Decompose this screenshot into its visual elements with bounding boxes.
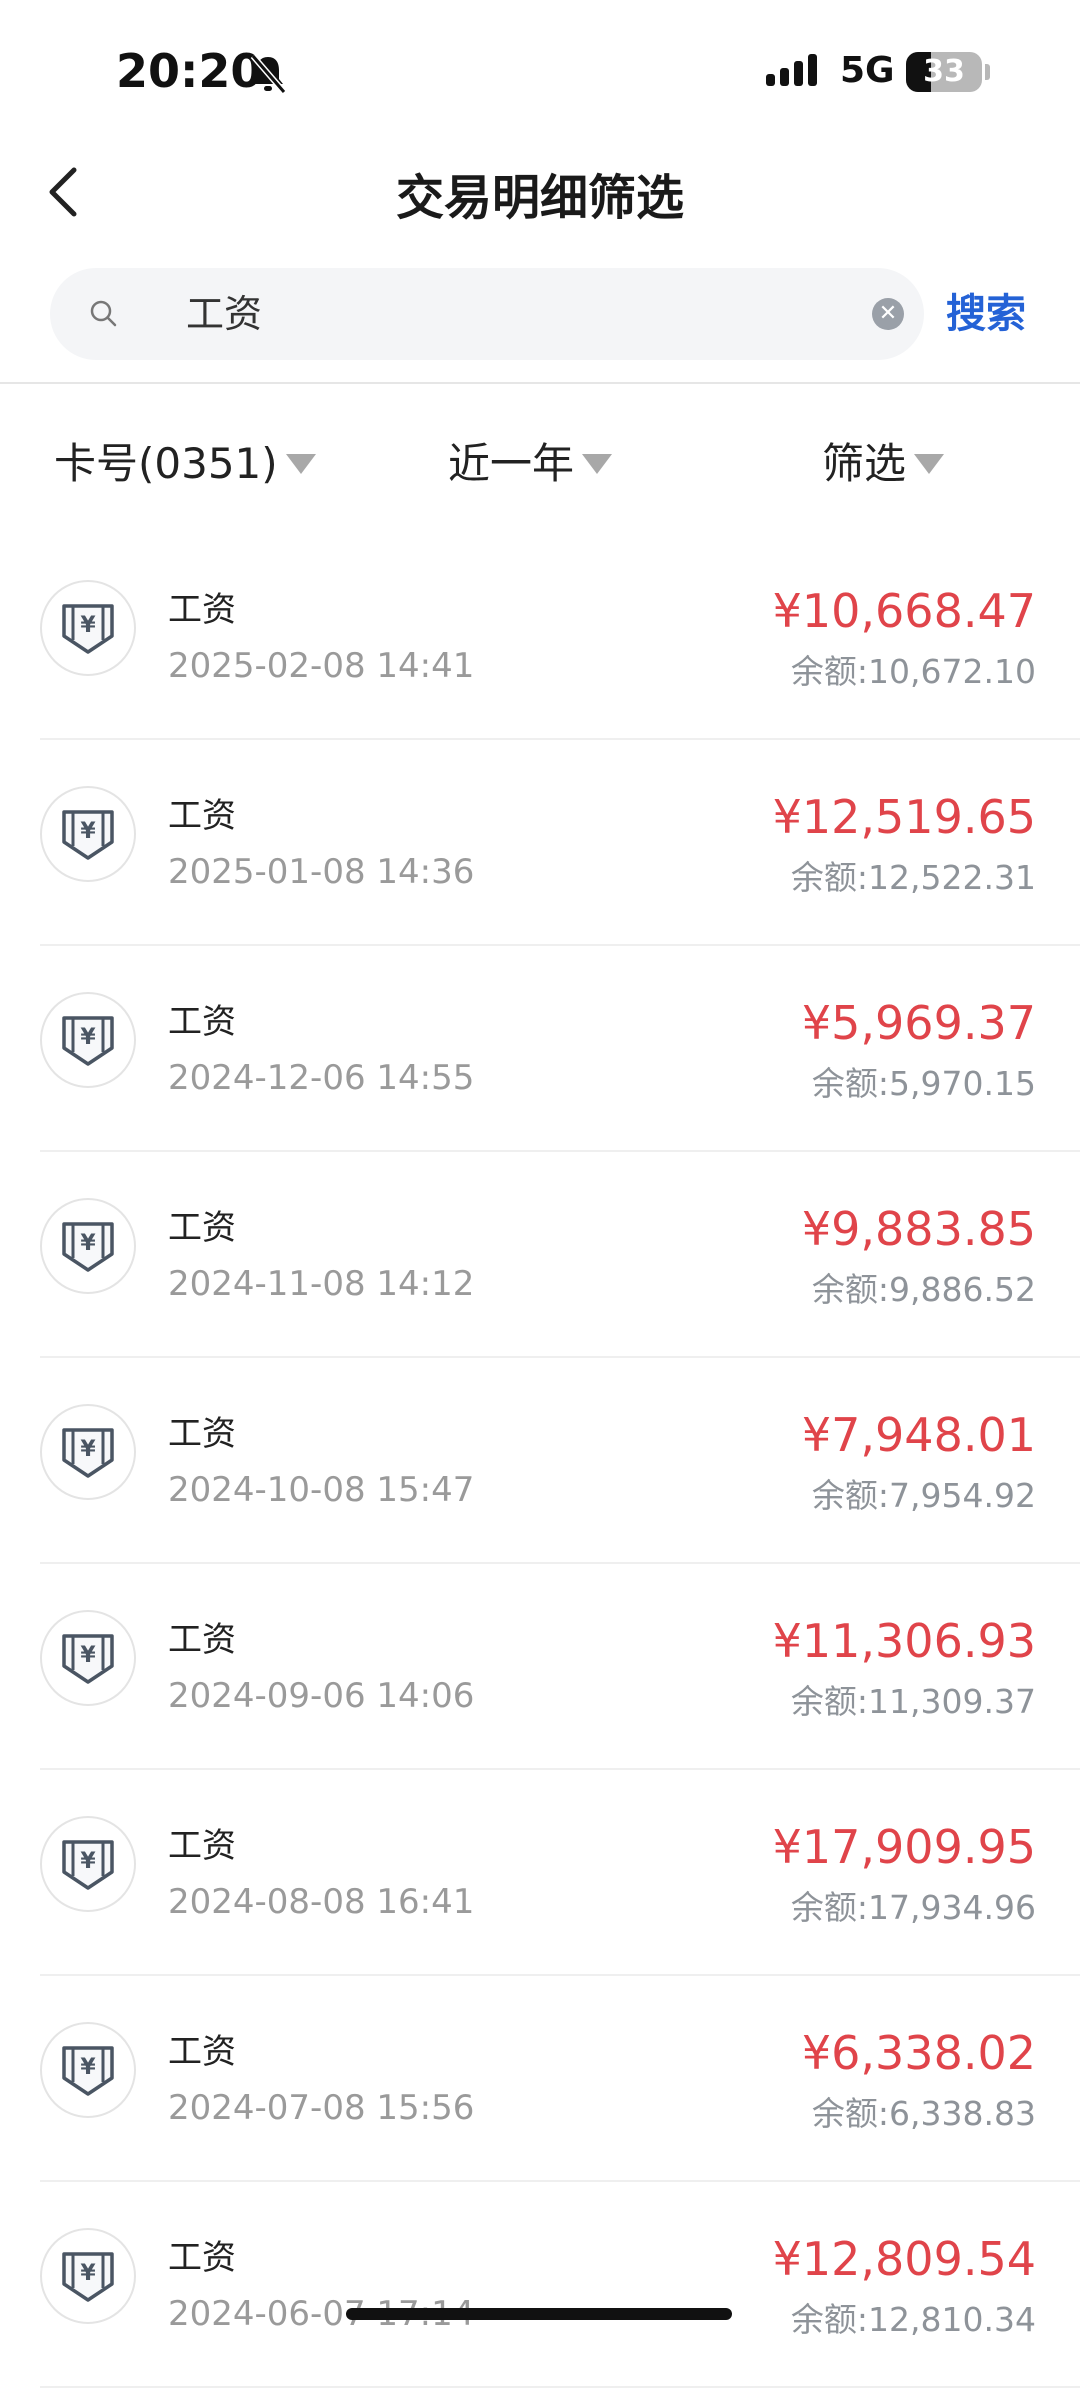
battery-icon: 33 [906, 52, 982, 92]
transaction-name: 工资 [168, 1620, 236, 1660]
transaction-balance: 余额:11,309.37 [790, 1682, 1036, 1721]
transaction-balance: 余额:12,522.31 [790, 858, 1036, 897]
transaction-name: 工资 [168, 1414, 236, 1454]
search-button[interactable]: 搜索 [946, 286, 1026, 342]
transaction-balance: 余额:7,954.92 [811, 1476, 1036, 1515]
transaction-amount: ¥17,909.95 [772, 1820, 1036, 1874]
transaction-row[interactable]: ¥ 工资 2024-12-06 14:55 ¥5,969.37 余额:5,970.15 [0, 946, 1080, 1152]
transaction-balance: 余额:10,672.10 [790, 652, 1036, 691]
search-input[interactable]: 工资 ✕ [50, 268, 924, 360]
transaction-datetime: 2025-01-08 14:36 [168, 852, 475, 892]
transaction-balance: 余额:12,810.34 [790, 2300, 1036, 2339]
svg-text:¥: ¥ [80, 1231, 96, 1256]
svg-text:¥: ¥ [80, 2055, 96, 2080]
transaction-row[interactable]: ¥ 工资 2024-06-07 17:14 ¥12,809.54 余额:12,810.3… [0, 2182, 1080, 2388]
transaction-datetime: 2024-09-06 14:06 [168, 1676, 475, 1716]
transaction-amount: ¥5,969.37 [801, 996, 1036, 1050]
transaction-datetime: 2024-08-08 16:41 [168, 1882, 475, 1922]
svg-text:¥: ¥ [80, 1849, 96, 1874]
transaction-row[interactable]: ¥ 工资 2024-11-08 14:12 ¥9,883.85 余额:9,886.52 [0, 1152, 1080, 1358]
transaction-row[interactable]: ¥ 工资 2024-09-06 14:06 ¥11,306.93 余额:11,309.3… [0, 1564, 1080, 1770]
transaction-balance: 余额:5,970.15 [811, 1064, 1036, 1103]
transaction-row[interactable]: ¥ 工资 2024-07-08 15:56 ¥6,338.02 余额:6,338.83 [0, 1976, 1080, 2182]
transaction-row[interactable]: ¥ 工资 2025-02-08 14:41 ¥10,668.47 余额:10,672.1… [0, 534, 1080, 740]
caret-down-icon [285, 454, 316, 474]
income-yuan-icon: ¥ [40, 786, 136, 882]
transaction-datetime: 2024-11-08 14:12 [168, 1264, 475, 1304]
transaction-name: 工资 [168, 1208, 236, 1248]
income-yuan-icon: ¥ [40, 2022, 136, 2118]
income-yuan-icon: ¥ [40, 992, 136, 1088]
transaction-amount: ¥11,306.93 [772, 1614, 1036, 1668]
transaction-balance: 余额:9,886.52 [811, 1270, 1036, 1309]
filter-more-label: 筛选 [822, 439, 907, 488]
status-time: 20:20 [116, 44, 263, 98]
signal-icon [766, 52, 822, 86]
transaction-amount: ¥9,883.85 [801, 1202, 1036, 1256]
transaction-datetime: 2024-07-08 15:56 [168, 2088, 475, 2128]
transaction-datetime: 2024-12-06 14:55 [168, 1058, 475, 1098]
search-value[interactable]: 工资 [186, 288, 262, 340]
bell-slash-icon [250, 54, 287, 94]
svg-text:¥: ¥ [80, 1437, 96, 1462]
transaction-name: 工资 [168, 2238, 236, 2278]
filter-period[interactable]: 近一年 [448, 434, 613, 494]
transaction-name: 工资 [168, 590, 236, 630]
svg-text:¥: ¥ [80, 613, 96, 638]
income-yuan-icon: ¥ [40, 1816, 136, 1912]
transaction-datetime: 2025-02-08 14:41 [168, 646, 475, 686]
transaction-row[interactable]: ¥ 工资 2025-01-08 14:36 ¥12,519.65 余额:12,522.3… [0, 740, 1080, 946]
svg-text:¥: ¥ [80, 1025, 96, 1050]
income-yuan-icon: ¥ [40, 580, 136, 676]
income-yuan-icon: ¥ [40, 1198, 136, 1294]
transaction-amount: ¥6,338.02 [801, 2026, 1036, 2080]
svg-text:¥: ¥ [80, 1643, 96, 1668]
transaction-datetime: 2024-10-08 15:47 [168, 1470, 475, 1510]
transaction-amount: ¥12,809.54 [772, 2232, 1036, 2286]
transaction-row[interactable]: ¥ 工资 2024-10-08 15:47 ¥7,948.01 余额:7,954.92 [0, 1358, 1080, 1564]
battery-level: 33 [923, 54, 965, 89]
network-type: 5G [840, 50, 895, 91]
income-yuan-icon: ¥ [40, 1610, 136, 1706]
transaction-amount: ¥10,668.47 [772, 584, 1036, 638]
search-icon [90, 300, 117, 327]
clear-icon[interactable]: ✕ [872, 298, 904, 330]
filter-period-label: 近一年 [448, 439, 575, 488]
home-indicator[interactable] [346, 2308, 732, 2320]
transaction-name: 工资 [168, 1002, 236, 1042]
transaction-amount: ¥12,519.65 [772, 790, 1036, 844]
transaction-balance: 余额:17,934.96 [790, 1888, 1036, 1927]
income-yuan-icon: ¥ [40, 1404, 136, 1500]
transaction-name: 工资 [168, 2032, 236, 2072]
page-title: 交易明细筛选 [395, 170, 684, 226]
caret-down-icon [582, 454, 613, 474]
transaction-row[interactable]: ¥ 工资 2024-08-08 16:41 ¥17,909.95 余额:17,934.9… [0, 1770, 1080, 1976]
filter-card-number[interactable]: 卡号(0351) [54, 434, 316, 494]
status-bar: 20:20 5G 33 [0, 0, 1080, 130]
caret-down-icon [914, 454, 945, 474]
divider [0, 382, 1080, 384]
transaction-name: 工资 [168, 796, 236, 836]
filter-card-label: 卡号(0351) [54, 439, 278, 488]
svg-text:¥: ¥ [80, 2261, 96, 2286]
transaction-balance: 余额:6,338.83 [811, 2094, 1036, 2133]
battery-tip [985, 64, 990, 80]
filter-more[interactable]: 筛选 [822, 434, 945, 494]
svg-text:¥: ¥ [80, 819, 96, 844]
income-yuan-icon: ¥ [40, 2228, 136, 2324]
transaction-amount: ¥7,948.01 [801, 1408, 1036, 1462]
transaction-name: 工资 [168, 1826, 236, 1866]
